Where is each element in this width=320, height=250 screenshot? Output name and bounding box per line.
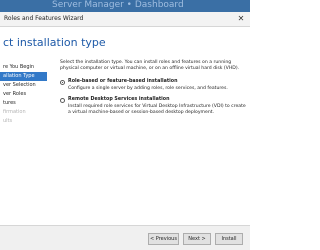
role-based-option-title[interactable]: Role-based or feature-based installation: [68, 79, 178, 85]
background-server-manager-title: Server Manager • Dashboard: [52, 0, 184, 10]
nav-item-server-selection[interactable]: ver Selection: [0, 81, 47, 90]
install-button[interactable]: Install: [215, 233, 243, 245]
window-title: Roles and Features Wizard: [4, 15, 84, 22]
role-based-radio[interactable]: [60, 80, 65, 85]
next-button[interactable]: Next >: [183, 233, 211, 245]
nav-item-features[interactable]: tures: [0, 99, 47, 108]
page-title: ct installation type: [3, 36, 106, 49]
intro-text: Select the installation type. You can in…: [60, 60, 240, 72]
nav-item-confirmation: firmation: [3, 109, 26, 115]
close-icon[interactable]: ✕: [235, 13, 247, 25]
previous-button[interactable]: < Previous: [148, 233, 179, 245]
nav-item-results: ults: [3, 118, 13, 124]
remote-desktop-radio[interactable]: [60, 98, 65, 103]
nav-item-before-you-begin[interactable]: re You Begin: [0, 63, 47, 72]
remote-desktop-option-title[interactable]: Remote Desktop Services installation: [68, 97, 170, 103]
wizard-footer: [0, 225, 250, 250]
nav-item-installation-type[interactable]: allation Type: [0, 72, 47, 81]
remote-desktop-option-description: Install required role services for Virtu…: [68, 104, 246, 116]
wizard-nav: re You Begin allation Type ver Selection…: [0, 57, 47, 225]
nav-item-server-roles[interactable]: ver Roles: [0, 90, 47, 99]
role-based-option-description: Configure a single server by adding role…: [68, 86, 228, 91]
